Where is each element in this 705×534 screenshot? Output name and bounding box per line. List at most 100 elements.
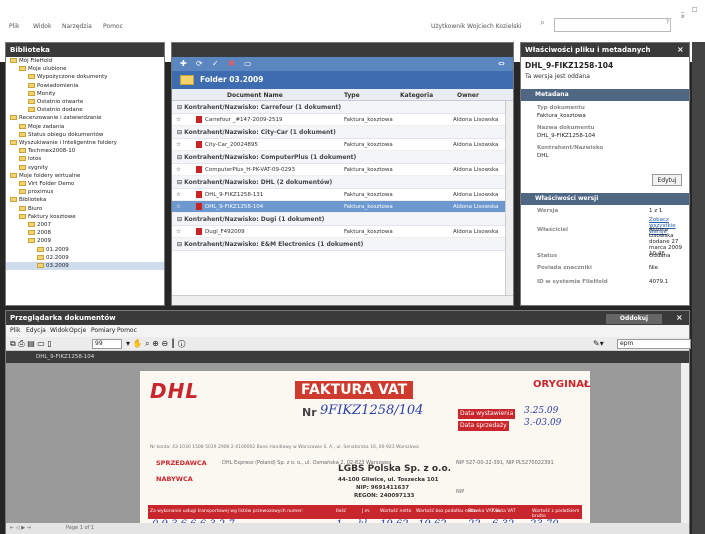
tree-item[interactable]: Moje foldery wirtualne: [6, 172, 164, 180]
tree-item[interactable]: Monity: [6, 90, 164, 98]
group-header[interactable]: ⊟ Kontrahent/Nazwisko: Dugi (1 dokument): [172, 213, 506, 226]
group-header[interactable]: ⊟ Kontrahent/Nazwisko: City-Car (1 dokum…: [172, 126, 506, 139]
viewer-close-icon[interactable]: ×: [676, 311, 683, 325]
tree-item[interactable]: Moje zadania: [6, 123, 164, 131]
col-kategoria[interactable]: Kategoria: [400, 92, 433, 99]
refresh-icon[interactable]: ⟳: [196, 59, 203, 68]
tree-item[interactable]: Ostatnio otwarte: [6, 98, 164, 106]
viewer-doc-tab[interactable]: DHL_9-FIKZ1258-104: [6, 351, 689, 363]
tree-item[interactable]: 2007: [6, 221, 164, 229]
sale-date-value: 3.-03.09: [524, 418, 562, 428]
star-icon[interactable]: ☆: [176, 139, 181, 151]
window-controls[interactable]: _ □ x: [681, 6, 705, 20]
tree-item-label: Powiadomienia: [37, 82, 79, 89]
add-icon[interactable]: ✚: [180, 59, 187, 68]
folder-icon: [10, 140, 17, 146]
zoom-icons[interactable]: ▾ ✋ ⌕ ⊕ ⊖ ┃ ⓘ: [126, 339, 185, 349]
menu-plik[interactable]: Plik: [9, 23, 19, 30]
group-header[interactable]: ⊟ Kontrahent/Nazwisko: E&M Electronics (…: [172, 238, 506, 251]
list-hscrollbar[interactable]: [172, 295, 513, 305]
table-row[interactable]: ☆ DHL_9-FIKZ1258-131 Faktura_kosztowa Aldon…: [172, 189, 506, 201]
col-document-name[interactable]: Document Name: [227, 92, 283, 99]
tree-item[interactable]: Moje ulubione: [6, 65, 164, 73]
undock-button[interactable]: Oddokuj: [606, 314, 662, 324]
document-viewer: Przeglądarka dokumentów Oddokuj × Plik Ed…: [5, 310, 691, 534]
tree-item[interactable]: 01.2009: [6, 246, 164, 254]
list-scrollbar[interactable]: [505, 101, 513, 295]
menu-widok[interactable]: Widok: [33, 23, 51, 30]
metadata-section[interactable]: Metadana: [521, 89, 689, 101]
tree-item[interactable]: 2009: [6, 237, 164, 245]
viewer-menu-item[interactable]: Widok: [50, 325, 68, 337]
folder-icon: [28, 230, 35, 236]
tree-item[interactable]: lotos: [6, 155, 164, 163]
tree-item[interactable]: Virt Folder Demo: [6, 180, 164, 188]
table-row[interactable]: ☆ City-Car_20024895 Faktura_kosztowa Aldona…: [172, 139, 506, 151]
search-icon[interactable]: ⌕: [540, 18, 552, 32]
toolbar-icons[interactable]: ⧉ ⎙ ▤ ▭ ▯: [10, 339, 52, 349]
viewer-canvas[interactable]: DHL FAKTURA VAT ORYGINAŁ Nr 9FIKZ1258/10…: [6, 363, 681, 523]
star-icon[interactable]: ☆: [176, 114, 181, 126]
status-icons[interactable]: ⇤ ◁ ▶ ⇥: [10, 523, 31, 534]
star-icon[interactable]: ☆: [176, 226, 181, 238]
table-row[interactable]: ☆ Carrefour _#147-2009-2519 Faktura_koszto…: [172, 114, 506, 126]
tree-item[interactable]: Wypożyczone dokumenty: [6, 73, 164, 81]
tree-item[interactable]: 2008: [6, 229, 164, 237]
table-row[interactable]: ☆ ComputerPlus_H-PK-VAT-09-0293 Faktura_ko…: [172, 164, 506, 176]
viewer-toolbar: ⧉ ⎙ ▤ ▭ ▯ 99 ▾ ✋ ⌕ ⊕ ⊖ ┃ ⓘ ✎▾ epm: [6, 337, 691, 351]
search-input[interactable]: [554, 18, 671, 32]
col-type[interactable]: Type: [344, 92, 360, 99]
tree-item[interactable]: 02.2009: [6, 254, 164, 262]
group-header[interactable]: ⊟ Kontrahent/Nazwisko: ComputerPlus (1 d…: [172, 151, 506, 164]
tree-item[interactable]: Recenzowanie i zatwierdzanie: [6, 114, 164, 122]
tree-item[interactable]: Biblioteka: [6, 196, 164, 204]
tree-item[interactable]: Powiadomienia: [6, 82, 164, 90]
tree-item[interactable]: Faktury kosztowe: [6, 213, 164, 221]
close-icon[interactable]: ×: [677, 43, 684, 57]
viewer-menu-item[interactable]: Edycja: [26, 325, 46, 337]
viewer-menu-item[interactable]: Pomiary: [91, 325, 115, 337]
search-help-button[interactable]: ?: [663, 19, 672, 31]
doc-owner-cell: Aldona Lisowska: [453, 192, 499, 198]
col-owner[interactable]: Owner: [457, 92, 479, 99]
edit-button[interactable]: Edytuj: [652, 174, 682, 186]
tree-item[interactable]: Wyszukiwanie i Inteligentne foldery: [6, 139, 164, 147]
page-input[interactable]: 99: [92, 339, 122, 349]
zoom-select[interactable]: epm: [617, 339, 691, 349]
meta-label: Kontrahent/Nazwisko: [537, 145, 604, 151]
document-list: ⊟ Kontrahent/Nazwisko: Carrefour (1 doku…: [172, 101, 506, 295]
viewer-menu-item[interactable]: Plik: [10, 325, 20, 337]
tree-item[interactable]: Status obiegu dokumentów: [6, 131, 164, 139]
meta-value: DHL_9-FIKZ1258-104: [537, 133, 596, 139]
properties-panel: Właściwości pliku i metadanych × DHL_9-F…: [520, 42, 690, 306]
viewer-menu-item[interactable]: Opcje: [69, 325, 86, 337]
folder-icon: [37, 254, 44, 260]
tree-item[interactable]: Mój FileHold: [6, 57, 164, 65]
number-value: 9FIKZ1258/104: [320, 403, 424, 418]
tree-item[interactable]: 03.2009: [6, 262, 164, 271]
tree-item[interactable]: Biuro: [6, 205, 164, 213]
table-row[interactable]: ☆ Dugi_F492009 Faktura_kosztowa Aldona Liso…: [172, 226, 506, 238]
star-icon[interactable]: ☆: [176, 164, 181, 176]
star-icon[interactable]: ☆: [176, 201, 181, 213]
star-icon[interactable]: ☆: [176, 189, 181, 201]
annotation-icon[interactable]: ✎▾: [593, 339, 604, 348]
doc-name-cell: Carrefour _#147-2009-2519: [205, 117, 283, 123]
group-header[interactable]: ⊟ Kontrahent/Nazwisko: Carrefour (1 doku…: [172, 101, 506, 114]
group-header[interactable]: ⊟ Kontrahent/Nazwisko: DHL (2 dokumentów…: [172, 176, 506, 189]
tree-item[interactable]: proximus: [6, 188, 164, 196]
properties-title-text: Właściwości pliku i metadanych: [525, 46, 651, 54]
expand-icon[interactable]: ⇔: [498, 59, 505, 68]
move-icon[interactable]: ▭: [244, 59, 252, 68]
viewer-menu-item[interactable]: Pomoc: [117, 325, 137, 337]
check-icon[interactable]: ✓: [212, 59, 219, 68]
version-section[interactable]: Właściwości wersji: [521, 193, 689, 205]
tree-item[interactable]: sygnity: [6, 164, 164, 172]
menu-narzedzia[interactable]: Narzędzia: [62, 23, 92, 30]
tree-item[interactable]: Ostatnio dodane: [6, 106, 164, 114]
table-row[interactable]: ☆ DHL_9-FIKZ1258-104 Faktura_kosztowa Aldon…: [172, 201, 506, 213]
menu-pomoc[interactable]: Pomoc: [103, 23, 123, 30]
tree-item[interactable]: Techmex2008-10: [6, 147, 164, 155]
delete-icon[interactable]: ✖: [228, 59, 235, 68]
version-label: Wersja: [537, 208, 559, 214]
